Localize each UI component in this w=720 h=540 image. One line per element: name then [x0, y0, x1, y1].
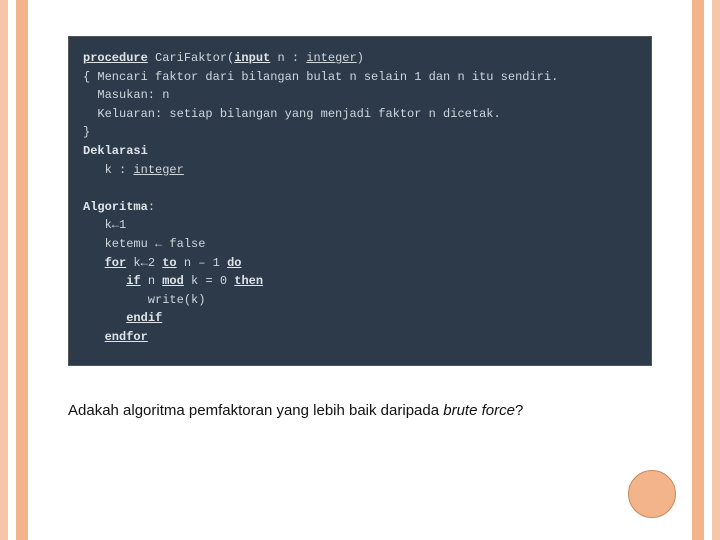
question-text: Adakah algoritma pemfaktoran yang lebih …	[68, 402, 652, 419]
code-text: n – 1	[177, 256, 227, 270]
kw-to: to	[162, 256, 176, 270]
stripe	[704, 0, 712, 540]
kw-if: if	[126, 274, 140, 288]
section-algoritma: Algoritma	[83, 200, 148, 214]
code-line: { Mencari faktor dari bilangan bulat n s…	[83, 70, 558, 84]
code-line: ketemu ← false	[83, 237, 205, 251]
decorative-circle	[628, 470, 676, 518]
code-text: k←2	[126, 256, 162, 270]
section-deklarasi: Deklarasi	[83, 144, 148, 158]
kw-integer: integer	[133, 163, 183, 177]
kw-endif: endif	[126, 311, 162, 325]
left-border-stripes	[0, 0, 28, 540]
code-line: Keluaran: setiap bilangan yang menjadi f…	[83, 107, 501, 121]
stripe	[712, 0, 720, 540]
kw-procedure: procedure	[83, 51, 148, 65]
stripe	[16, 0, 28, 540]
code-text: n	[141, 274, 163, 288]
stripe	[692, 0, 704, 540]
right-border-stripes	[692, 0, 720, 540]
code-text: )	[357, 51, 364, 65]
kw-integer: integer	[306, 51, 356, 65]
stripe	[0, 0, 8, 540]
code-text	[83, 311, 126, 325]
code-line: Masukan: n	[83, 88, 169, 102]
kw-endfor: endfor	[105, 330, 148, 344]
code-line: k←1	[83, 218, 126, 232]
kw-do: do	[227, 256, 241, 270]
question-emphasis: brute force	[443, 402, 515, 419]
code-text	[83, 274, 126, 288]
code-text	[83, 256, 105, 270]
code-text: k :	[83, 163, 133, 177]
code-text	[83, 330, 105, 344]
kw-mod: mod	[162, 274, 184, 288]
kw-then: then	[234, 274, 263, 288]
question-tail: ?	[515, 402, 523, 419]
code-line: }	[83, 125, 90, 139]
code-text: k = 0	[184, 274, 234, 288]
question-prefix: Adakah algoritma pemfaktoran yang lebih …	[68, 402, 443, 419]
kw-for: for	[105, 256, 127, 270]
pseudocode-block: procedure CariFaktor(input n : integer) …	[68, 36, 652, 366]
code-text: n :	[270, 51, 306, 65]
stripe	[8, 0, 16, 540]
slide-content: procedure CariFaktor(input n : integer) …	[28, 0, 692, 540]
code-line: write(k)	[83, 293, 205, 307]
kw-input: input	[234, 51, 270, 65]
code-text: CariFaktor(	[148, 51, 234, 65]
code-text: :	[148, 200, 155, 214]
